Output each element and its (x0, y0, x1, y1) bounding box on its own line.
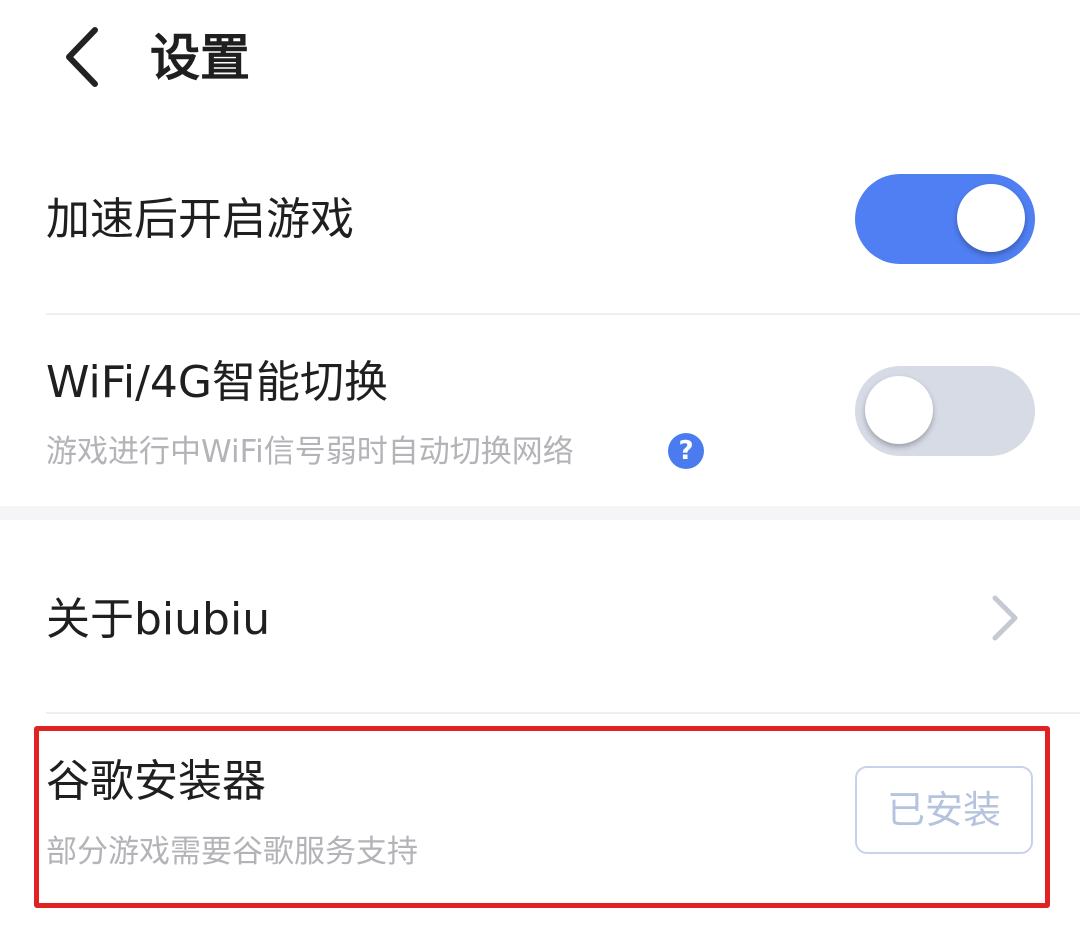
page-title: 设置 (150, 29, 250, 87)
wifi-4g-switch-description: 游戏进行中WiFi信号弱时自动切换网络 (46, 434, 574, 470)
chevron-right-icon (992, 595, 1018, 641)
setting-row-wifi-4g-switch: WiFi/4G智能切换 游戏进行中WiFi信号弱时自动切换网络 ? (0, 315, 1080, 507)
toggle-knob (957, 184, 1025, 252)
back-button[interactable] (50, 22, 120, 92)
setting-row-launch-after-boost: 加速后开启游戏 (0, 150, 1080, 314)
about-label: 关于biubiu (46, 594, 271, 645)
chevron-left-icon (66, 27, 98, 87)
settings-page: 设置 加速后开启游戏 WiFi/4G智能切换 游戏进行中WiFi信号弱时自动切换… (0, 0, 1080, 940)
launch-after-boost-toggle[interactable] (855, 174, 1035, 264)
setting-row-about[interactable]: 关于biubiu (0, 520, 1080, 712)
toggle-knob (865, 376, 933, 444)
question-mark-icon[interactable]: ? (668, 433, 704, 469)
google-installer-label: 谷歌安装器 (46, 756, 266, 807)
wifi-4g-switch-label: WiFi/4G智能切换 (46, 357, 389, 408)
header: 设置 (0, 0, 1080, 120)
wifi-4g-switch-toggle[interactable] (855, 366, 1035, 456)
google-installer-description: 部分游戏需要谷歌服务支持 (46, 834, 418, 870)
launch-after-boost-label: 加速后开启游戏 (46, 194, 354, 245)
installed-button[interactable]: 已安装 (855, 766, 1033, 854)
section-divider (0, 506, 1080, 520)
